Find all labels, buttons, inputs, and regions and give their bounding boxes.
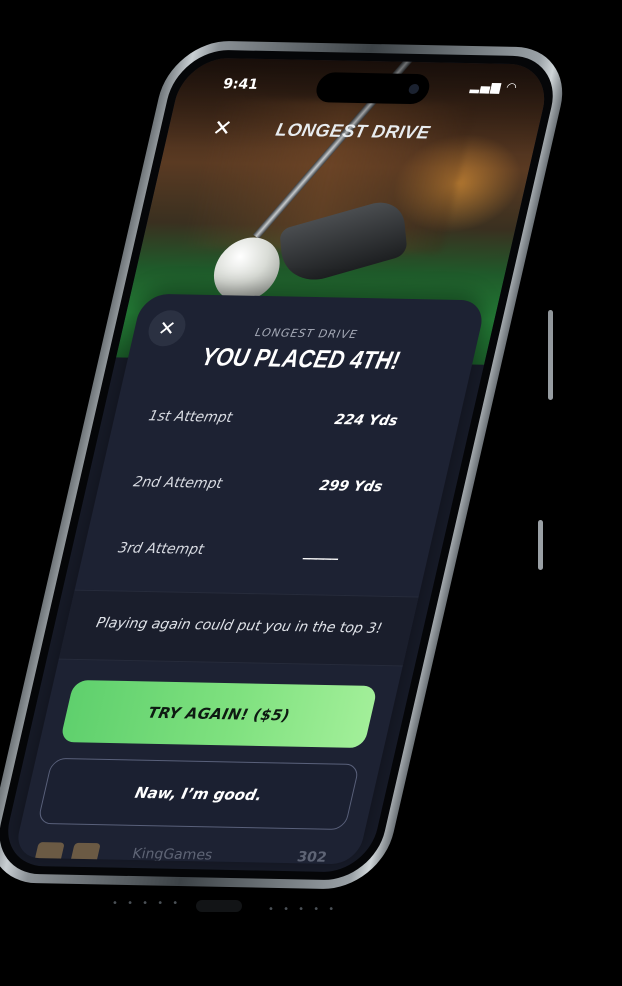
leaderboard-peek-row: KingGames 302 xyxy=(32,842,339,864)
attempt-row: 3rd Attempt _____ xyxy=(76,518,435,591)
status-time: 9:41 xyxy=(221,76,260,93)
attempt-row: 2nd Attempt 299 Yds xyxy=(91,452,450,525)
avatar xyxy=(70,842,102,864)
avatar xyxy=(34,842,65,863)
try-again-button[interactable]: TRY AGAIN! ($5) xyxy=(59,679,379,749)
camera-icon xyxy=(407,83,421,95)
signal-wifi-icon: ▂▄▆ ◠ xyxy=(469,79,520,95)
charging-port xyxy=(196,900,242,912)
attempt-value: 299 Yds xyxy=(317,477,385,496)
result-modal: ✕ LONGEST DRIVE YOU PLACED 4TH! 1st Atte… xyxy=(13,293,487,865)
app-screen: 9:41 ▂▄▆ ◠ ✕ LONGEST DRIVE ✕ LONGEST DRI… xyxy=(0,57,554,873)
phone-frame: 9:41 ▂▄▆ ◠ ✕ LONGEST DRIVE ✕ LONGEST DRI… xyxy=(0,40,574,891)
speaker-grille: • • • • • xyxy=(112,898,182,909)
tip-banner: Playing again could put you in the top 3… xyxy=(58,589,419,667)
speaker-grille: • • • • • xyxy=(268,904,338,915)
tip-text: Playing again could put you in the top 3… xyxy=(94,615,384,637)
attempt-label: 1st Attempt xyxy=(146,408,234,426)
decline-button[interactable]: Naw, I’m good. xyxy=(36,757,361,831)
attempt-label: 2nd Attempt xyxy=(131,474,224,493)
phone-mockup: 9:41 ▂▄▆ ◠ ✕ LONGEST DRIVE ✕ LONGEST DRI… xyxy=(0,0,622,986)
dynamic-island xyxy=(313,72,433,105)
player-score: 302 xyxy=(295,849,329,865)
placement-headline: YOU PLACED 4TH! xyxy=(198,343,403,375)
attempt-value: 224 Yds xyxy=(332,411,400,430)
side-button xyxy=(538,520,543,570)
side-button xyxy=(548,310,553,400)
attempt-label: 3rd Attempt xyxy=(116,540,206,558)
attempt-value: _____ xyxy=(302,543,342,561)
modal-kicker: LONGEST DRIVE xyxy=(253,325,360,342)
player-name: KingGames xyxy=(130,845,215,864)
attempt-row: 1st Attempt 224 Yds xyxy=(106,386,465,459)
phone-bezel: 9:41 ▂▄▆ ◠ ✕ LONGEST DRIVE ✕ LONGEST DRI… xyxy=(0,49,563,881)
